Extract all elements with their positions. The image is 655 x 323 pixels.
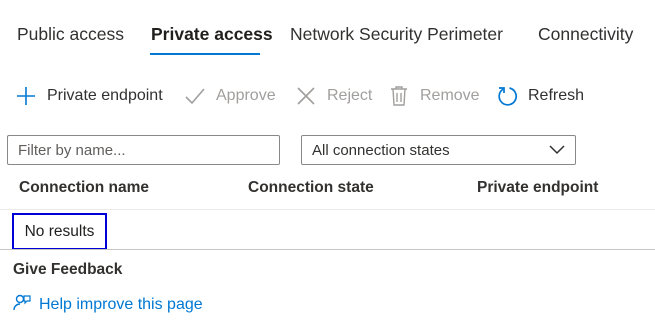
no-results-text: No results (24, 222, 95, 240)
tab-connectivity[interactable]: Connectivity (538, 24, 633, 45)
add-private-endpoint-button[interactable]: Private endpoint (15, 82, 163, 110)
refresh-icon (496, 85, 518, 107)
refresh-button[interactable]: Refresh (496, 82, 584, 110)
connection-state-value: All connection states (312, 141, 450, 159)
chevron-down-icon (549, 142, 565, 159)
remove-label: Remove (420, 87, 480, 104)
tab-private-access[interactable]: Private access (151, 24, 273, 45)
checkmark-icon (184, 85, 206, 107)
help-improve-link[interactable]: Help improve this page (13, 293, 203, 316)
give-feedback-heading: Give Feedback (13, 261, 123, 278)
reject-button[interactable]: Reject (295, 82, 372, 110)
close-icon (295, 85, 317, 107)
approve-button[interactable]: Approve (184, 82, 276, 110)
filter-by-name-input[interactable] (7, 135, 280, 165)
help-improve-label: Help improve this page (39, 295, 203, 313)
column-header-connection-name[interactable]: Connection name (19, 179, 149, 197)
section-divider (0, 249, 655, 250)
add-private-endpoint-label: Private endpoint (47, 87, 163, 104)
reject-label: Reject (327, 87, 373, 104)
feedback-person-icon (13, 293, 31, 316)
column-header-private-endpoint[interactable]: Private endpoint (477, 179, 598, 197)
plus-icon (15, 85, 37, 107)
approve-label: Approve (216, 87, 276, 104)
refresh-label: Refresh (528, 87, 585, 104)
no-results-message: No results (12, 213, 107, 250)
trash-icon (388, 85, 410, 107)
column-header-connection-state[interactable]: Connection state (248, 179, 374, 197)
remove-button[interactable]: Remove (388, 82, 480, 110)
connection-state-dropdown[interactable]: All connection states (301, 135, 576, 165)
tab-public-access[interactable]: Public access (17, 24, 124, 45)
header-divider (0, 209, 655, 210)
active-tab-indicator (150, 53, 260, 55)
tab-network-security-perimeter[interactable]: Network Security Perimeter (290, 24, 503, 45)
